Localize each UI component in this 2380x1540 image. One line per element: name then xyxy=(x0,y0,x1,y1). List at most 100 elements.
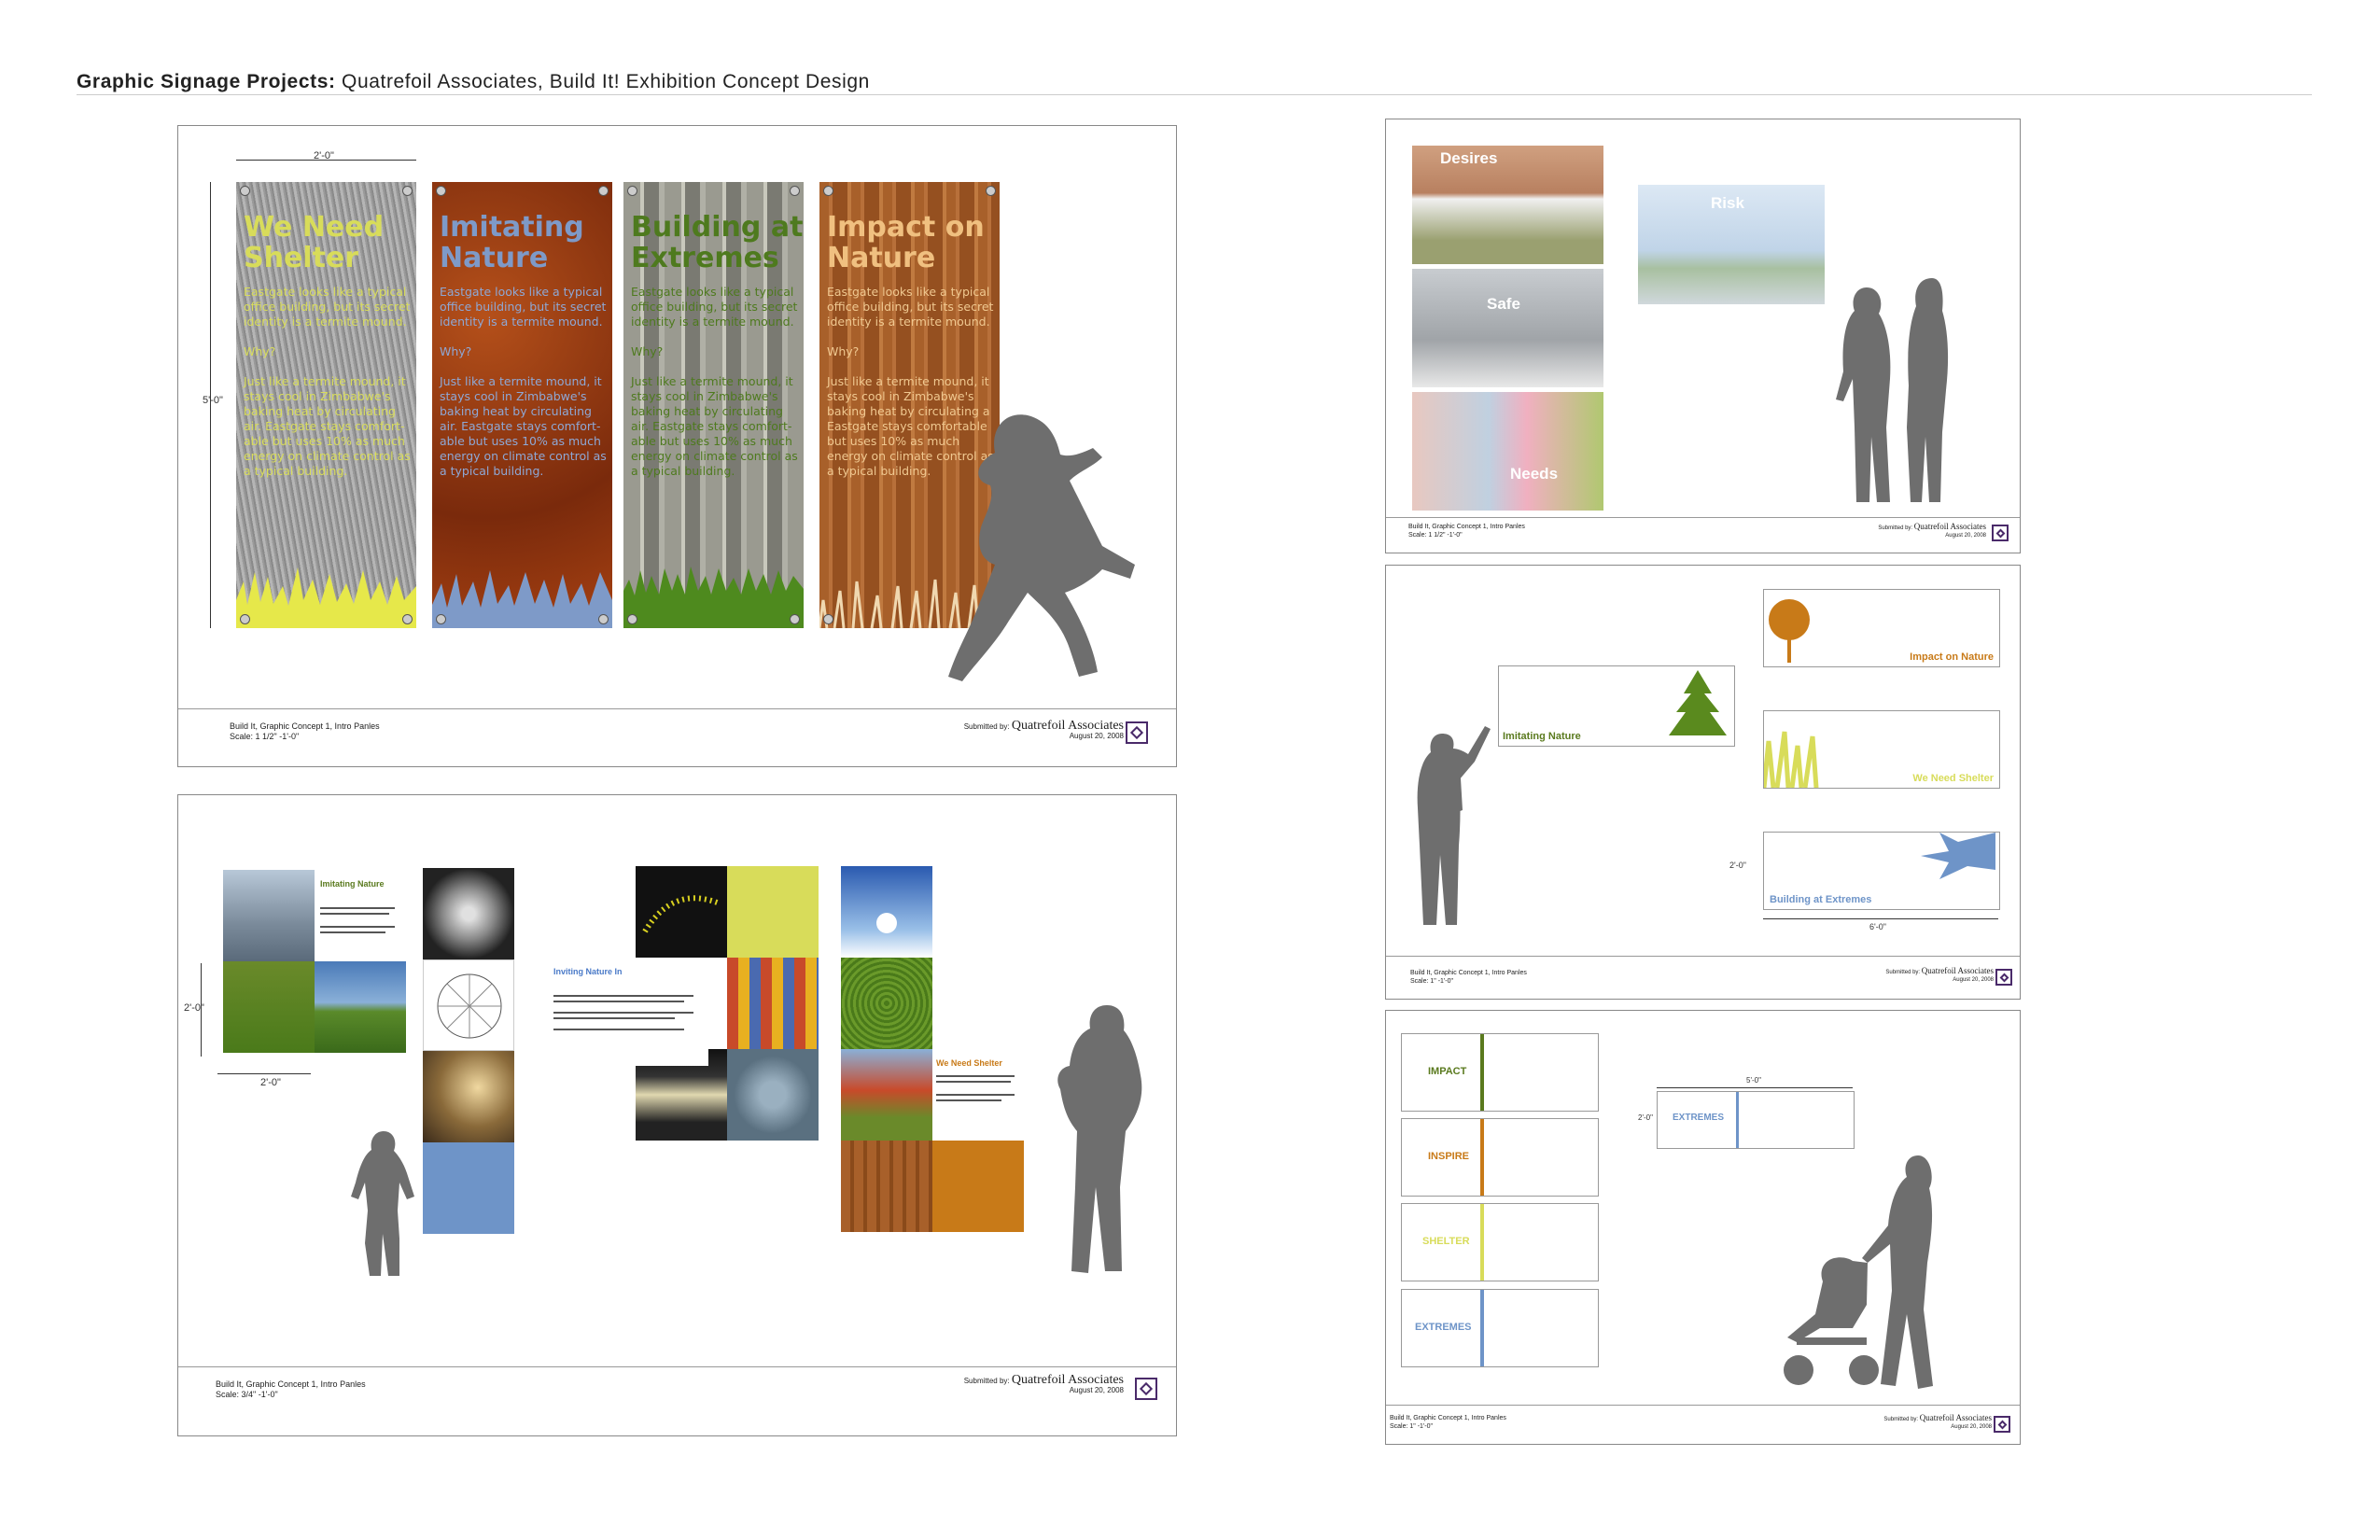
scale-line: Scale: 1" -1'-0" xyxy=(1410,978,1453,985)
sign-impact-on-nature: Impact on Nature xyxy=(1763,589,2000,667)
grommet xyxy=(436,186,446,196)
toddler-silhouette xyxy=(351,1131,414,1276)
scale-line: Scale: 1 1/2" -1'-0" xyxy=(230,732,300,741)
submission-date: August 20, 2008 xyxy=(1951,1424,1992,1430)
sign-inspire: INSPIRE xyxy=(1401,1118,1599,1197)
project-line: Build It, Graphic Concept 1, Intro Panle… xyxy=(230,721,380,731)
submitted-label: Submitted by: xyxy=(1878,525,1913,531)
quatrefoil-logo-icon xyxy=(1994,1416,2010,1433)
text-block xyxy=(936,1075,1015,1077)
sign-label: SHELTER xyxy=(1422,1236,1470,1247)
red-barn-tile xyxy=(841,1049,932,1141)
sign-label: Impact on Nature xyxy=(1910,651,1994,663)
footer-rule xyxy=(1386,1405,2020,1406)
sign-height-dim: 2'-0" xyxy=(1638,1113,1653,1122)
safe-label: Safe xyxy=(1487,295,1520,313)
company-name: Quatrefoil Associates xyxy=(1913,522,1986,531)
needs-photo: Needs xyxy=(1412,392,1603,511)
desires-photo: Desires xyxy=(1412,146,1603,264)
text-block xyxy=(320,907,395,909)
needs-label: Needs xyxy=(1510,465,1559,483)
banner-title: Impact on Nature xyxy=(827,211,985,274)
risk-photo: Risk xyxy=(1638,185,1825,304)
sign-width-dim: 6'-0" xyxy=(1869,922,1886,931)
text-block xyxy=(553,1001,684,1002)
text-block xyxy=(553,995,693,997)
banner-title: Building at Extremes xyxy=(631,211,804,274)
sign-label: IMPACT xyxy=(1428,1066,1467,1077)
orange-grass-tile xyxy=(932,1141,1024,1232)
text-block xyxy=(320,926,395,928)
grommet xyxy=(598,614,609,624)
grommet xyxy=(790,614,800,624)
project-line: Build It, Graphic Concept 1, Intro Panle… xyxy=(1410,970,1527,976)
grommet xyxy=(986,186,996,196)
project-line: Build It, Graphic Concept 1, Intro Panle… xyxy=(1390,1415,1506,1421)
footer-rule xyxy=(1386,517,2020,518)
text-block xyxy=(320,931,385,933)
green-grass-tile xyxy=(841,958,932,1049)
banner-body: Eastgate looks like a typical office bui… xyxy=(244,285,411,478)
yellow-stem-graphic xyxy=(1480,1204,1484,1281)
sign-width-dim: 5'-0" xyxy=(1746,1076,1761,1085)
footer-rule xyxy=(178,708,1176,709)
grass-graphic xyxy=(236,567,416,628)
sign-shelter: SHELTER xyxy=(1401,1203,1599,1281)
building-photo-tile xyxy=(423,1051,514,1142)
sign-width-line xyxy=(1657,1087,1853,1088)
submission-date: August 20, 2008 xyxy=(1069,1386,1124,1394)
banner-we-need-shelter: We Need Shelter Eastgate looks like a ty… xyxy=(236,182,416,628)
blue-leaf-icon xyxy=(1921,833,1995,879)
tile-title: Inviting Nature In xyxy=(553,967,623,976)
board-footer-right: Submitted by: Quatrefoil Associates Augus… xyxy=(1883,1414,1992,1431)
desires-label: Desires xyxy=(1440,149,1498,167)
project-line: Build It, Graphic Concept 1, Intro Panle… xyxy=(1408,524,1525,530)
company-name: Quatrefoil Associates xyxy=(1011,1373,1124,1387)
project-line: Build It, Graphic Concept 1, Intro Panle… xyxy=(216,1379,366,1389)
panel-height-line xyxy=(201,963,202,1057)
text-tile-inviting: Inviting Nature In xyxy=(550,963,708,1066)
text-block xyxy=(553,1012,693,1014)
blue-stem-graphic xyxy=(1480,1290,1484,1366)
tree-graphic xyxy=(876,913,897,933)
banner-imitating-nature: Imitating Nature Eastgate looks like a t… xyxy=(432,182,612,628)
text-block xyxy=(553,1029,684,1030)
sign-label: EXTREMES xyxy=(1415,1322,1472,1333)
light-pattern-graphic xyxy=(642,895,721,933)
grommet xyxy=(402,614,413,624)
city-photo-tile xyxy=(223,870,315,961)
board-footer-left: Build It, Graphic Concept 1, Intro Panle… xyxy=(216,1379,366,1400)
grass-graphic xyxy=(623,567,804,628)
sign-height-dim: 2'-0" xyxy=(1729,861,1746,870)
scale-line: Scale: 3/4" -1'-0" xyxy=(216,1390,278,1399)
grommet xyxy=(823,614,833,624)
board-footer-right: Submitted by: Quatrefoil Associates Augus… xyxy=(963,720,1124,741)
footer-rule xyxy=(178,1366,1176,1367)
scale-line: Scale: 1" -1'-0" xyxy=(1390,1423,1433,1430)
barn-photo-tile xyxy=(315,961,406,1053)
pine-tree-icon xyxy=(1669,670,1727,735)
orange-stem-graphic xyxy=(1480,1119,1484,1196)
quatrefoil-logo-icon xyxy=(1135,1378,1157,1400)
grommet xyxy=(598,186,609,196)
submission-date: August 20, 2008 xyxy=(1945,533,1986,539)
submission-date: August 20, 2008 xyxy=(1953,977,1994,983)
mother-child-silhouette xyxy=(1057,1005,1142,1273)
grass-graphic xyxy=(432,570,612,628)
board-footer-right: Submitted by: Quatrefoil Associates Augus… xyxy=(1885,967,1994,984)
text-block xyxy=(320,913,389,915)
text-tile-shelter: We Need Shelter xyxy=(932,1049,1024,1141)
width-dimension-label: 2'-0" xyxy=(314,150,334,161)
grass-green-tile xyxy=(223,961,315,1053)
submitted-label: Submitted by: xyxy=(963,1377,1010,1385)
text-block xyxy=(936,1099,1001,1101)
yellow-grass-tile xyxy=(727,866,819,958)
grommet xyxy=(240,186,250,196)
blue-stem-graphic xyxy=(1736,1092,1739,1148)
dandelion-blue-tile xyxy=(423,1142,514,1234)
footer-rule xyxy=(1386,956,2020,957)
submitted-label: Submitted by: xyxy=(963,722,1010,731)
height-dimension-label: 5'-0" xyxy=(203,395,223,406)
night-light-tile xyxy=(636,866,727,958)
facade-pattern-tile xyxy=(727,1049,819,1141)
